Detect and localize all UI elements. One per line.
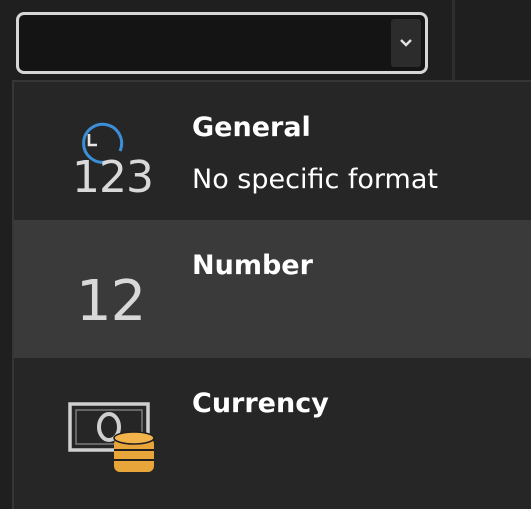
format-item-general[interactable]: 123 General No specific format: [14, 82, 531, 220]
number-format-combo[interactable]: [16, 12, 428, 74]
format-item-number[interactable]: 12 Number: [14, 220, 531, 358]
format-desc-general: No specific format: [192, 164, 438, 195]
toolbar-divider: [452, 0, 455, 80]
format-title-number: Number: [192, 250, 313, 281]
currency-coins-icon: [62, 390, 158, 480]
dropdown-arrow-button[interactable]: [391, 19, 421, 67]
clock-123-icon: 123: [62, 114, 158, 204]
icon-digits-123: 123: [72, 152, 154, 203]
icon-digits-12: 12: [76, 269, 146, 334]
format-title-currency: Currency: [192, 388, 329, 419]
number-format-dropdown-window: 123 General No specific format 12 Number: [0, 0, 531, 509]
number-12-icon: 12: [62, 252, 158, 342]
format-item-currency[interactable]: Currency: [14, 358, 531, 496]
chevron-down-icon: [400, 39, 412, 47]
format-title-general: General: [192, 112, 311, 143]
format-list: 123 General No specific format 12 Number: [12, 80, 531, 509]
